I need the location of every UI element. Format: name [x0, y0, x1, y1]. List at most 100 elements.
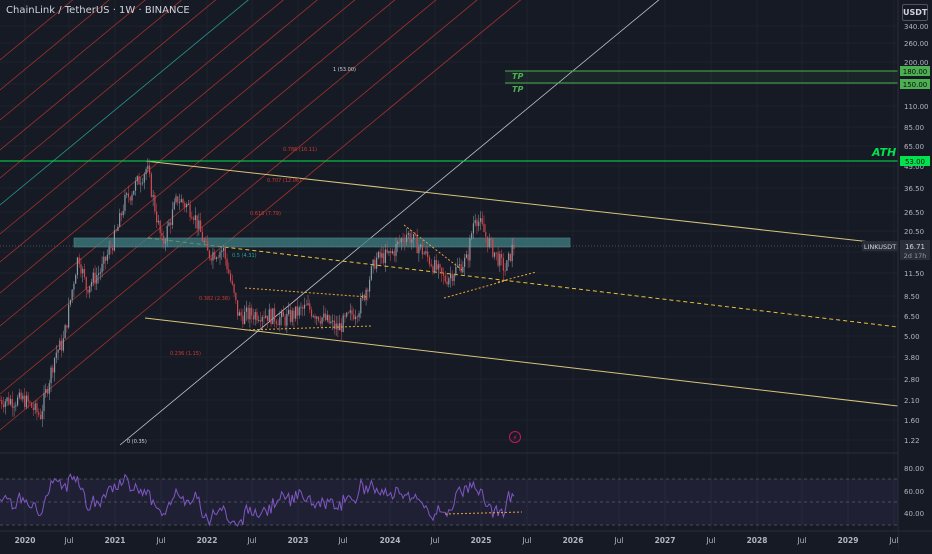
candle-body: [237, 300, 239, 316]
candle-body: [411, 239, 413, 243]
candle-body: [342, 315, 344, 332]
candle-body: [226, 258, 228, 270]
time-tick-label: Jul: [63, 536, 73, 545]
candle-body: [409, 233, 411, 243]
candle-body: [189, 204, 191, 218]
fib-label-786: 0.786 (16.11): [283, 147, 317, 153]
candle-body: [413, 234, 415, 240]
candle-body: [22, 395, 24, 400]
candle-body: [134, 181, 137, 191]
ath-annotation: ATH: [871, 146, 896, 159]
candle-body: [57, 349, 59, 353]
candle-body: [344, 315, 346, 317]
candle-body: [110, 247, 112, 249]
price-chart[interactable]: ATH TP TP 1 (53.00) 0.786 (16.11) 0.707 …: [0, 0, 932, 550]
candle-body: [358, 313, 360, 318]
candle-body: [17, 397, 19, 406]
candle-body: [36, 403, 38, 413]
candle-body: [215, 257, 218, 259]
fib-label-382: 0.382 (2.38): [199, 296, 230, 302]
candle-body: [277, 323, 279, 325]
candle-body: [509, 253, 511, 262]
candle-body: [73, 283, 75, 290]
price-tick-label: 11.50: [904, 270, 924, 278]
candle-body: [405, 234, 408, 242]
candle-body: [467, 254, 469, 261]
time-tick-label: Jul: [613, 536, 623, 545]
candle-body: [367, 289, 369, 292]
candle-body: [152, 195, 154, 197]
candle-body: [478, 221, 480, 227]
candle-body: [471, 233, 473, 239]
candle-body: [64, 325, 66, 339]
time-tick-label: 2029: [838, 536, 859, 545]
fib-label-0: 0 (0.35): [127, 439, 147, 445]
candle-body: [374, 259, 376, 269]
candle-body: [164, 241, 167, 244]
candle-body: [126, 193, 128, 195]
tp1-tag-text: 180.00: [903, 68, 928, 76]
candle-body: [420, 244, 422, 248]
candle-body: [395, 244, 397, 256]
candle-body: [46, 388, 49, 394]
candle-body: [187, 204, 189, 206]
candle-body: [191, 217, 193, 219]
candle-body: [321, 317, 323, 324]
price-tick-label: 2.80: [904, 376, 920, 384]
candle-body: [222, 248, 225, 251]
candle-body: [141, 182, 144, 184]
rsi-tick-label: 80.00: [904, 465, 924, 473]
candle-body: [386, 249, 388, 253]
candle-body: [425, 251, 427, 254]
time-tick-label: Jul: [429, 536, 439, 545]
candle-body: [251, 307, 253, 316]
candle-body: [330, 321, 332, 324]
fib-label-236: 0.236 (1.15): [170, 351, 201, 357]
candle-body: [490, 238, 492, 240]
candle-body: [335, 323, 337, 329]
candle-body: [149, 165, 151, 174]
candle-body: [446, 281, 448, 285]
chart-stage[interactable]: ATH TP TP 1 (53.00) 0.786 (16.11) 0.707 …: [0, 0, 932, 550]
currency-button[interactable]: USDT: [902, 4, 928, 21]
candle-body: [464, 257, 466, 267]
candle-body: [20, 392, 22, 400]
candle-body: [166, 225, 168, 242]
price-tick-label: 110.00: [904, 103, 929, 111]
candle-body: [9, 399, 12, 405]
candle-body: [24, 395, 26, 408]
time-tick-label: 2023: [288, 536, 309, 545]
candle-body: [309, 303, 311, 310]
candle-body: [319, 320, 321, 324]
rsi-tick-label: 60.00: [904, 488, 924, 496]
price-tick-label: 20.50: [904, 228, 924, 236]
candle-body: [62, 338, 64, 351]
candle-body: [8, 397, 10, 405]
price-tick-label: 85.00: [904, 124, 924, 132]
candle-body: [451, 273, 453, 282]
candle-body: [6, 397, 8, 402]
candle-body: [150, 173, 152, 197]
candle-body: [221, 250, 223, 253]
candle-body: [390, 251, 392, 254]
candle-body: [159, 220, 161, 233]
price-tick-label: 26.50: [904, 209, 924, 217]
candle-body: [92, 272, 94, 283]
candle-body: [170, 222, 172, 225]
candle-body: [393, 251, 395, 256]
rsi-tick-label: 40.00: [904, 510, 924, 518]
price-tick-label: 260.00: [904, 40, 929, 48]
candle-body: [325, 313, 327, 321]
candle-body: [45, 388, 47, 393]
candle-body: [284, 316, 286, 326]
candle-body: [316, 316, 318, 319]
symbol-tag-text: LINKUSDT: [864, 243, 896, 251]
candle-body: [453, 274, 455, 282]
price-tick-label: 6.50: [904, 313, 920, 321]
candle-body: [101, 263, 103, 273]
candle-body: [434, 260, 436, 273]
price-tick-label: 3.80: [904, 354, 920, 362]
sr-zone[interactable]: [73, 237, 571, 248]
candle-body: [404, 240, 406, 242]
chart-title: ChainLink / TetherUS · 1W · BINANCE: [6, 5, 190, 16]
